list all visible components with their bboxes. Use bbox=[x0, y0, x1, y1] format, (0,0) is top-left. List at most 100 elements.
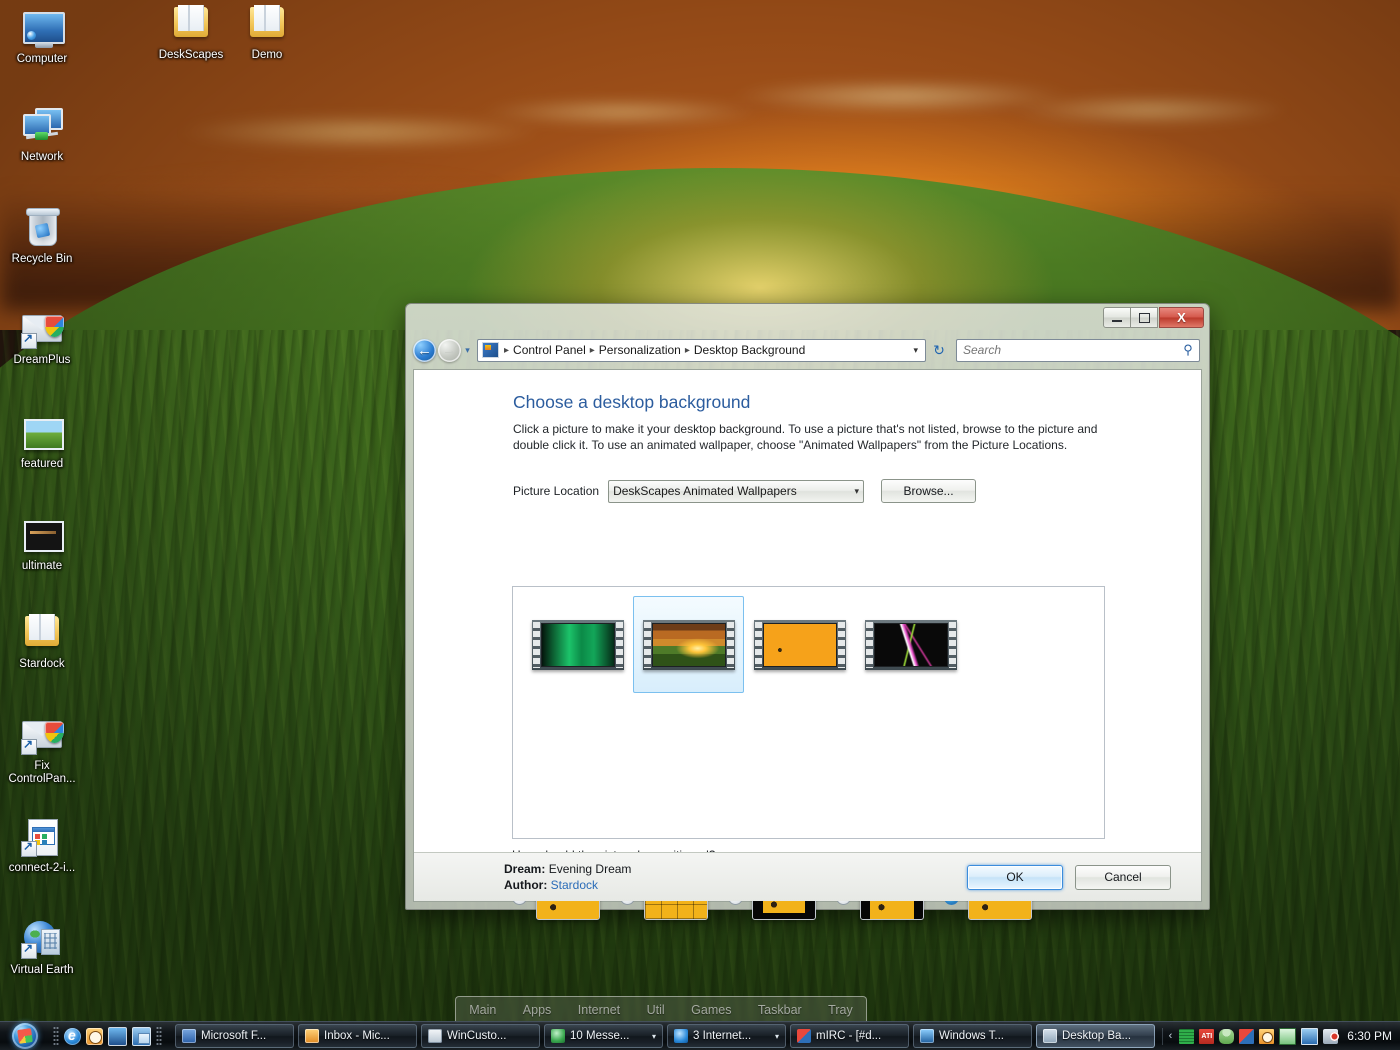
desktop-icon-fix-controlpanel[interactable]: Fix ControlPan... bbox=[4, 713, 80, 785]
task-button-desktop-background[interactable]: Desktop Ba... bbox=[1036, 1024, 1155, 1048]
wallpaper-list-panel[interactable] bbox=[512, 586, 1105, 839]
taskbar-clock[interactable]: 6:30 PM bbox=[1347, 1029, 1392, 1043]
task-button-mirc[interactable]: mIRC - [#d... bbox=[790, 1024, 909, 1048]
ok-button[interactable]: OK bbox=[967, 865, 1063, 890]
start-button[interactable] bbox=[2, 1023, 48, 1049]
desktop-icon-network[interactable]: Network bbox=[4, 104, 80, 164]
dock-tab-util[interactable]: Util bbox=[643, 1003, 669, 1017]
dream-value: Evening Dream bbox=[549, 862, 632, 876]
internet-explorer-icon[interactable] bbox=[64, 1028, 81, 1045]
close-button[interactable]: X bbox=[1159, 307, 1204, 328]
wallpaper-thumbnail-evening-dream[interactable] bbox=[633, 596, 744, 693]
refresh-icon[interactable]: ↻ bbox=[928, 340, 950, 361]
taskbar-grip[interactable] bbox=[53, 1026, 59, 1046]
dock-tab-games[interactable]: Games bbox=[687, 1003, 735, 1017]
desktop-icon-demo[interactable]: Demo bbox=[229, 2, 305, 62]
author-label: Author: bbox=[504, 878, 547, 892]
minimize-button[interactable] bbox=[1103, 307, 1131, 328]
clock-gadget-icon[interactable] bbox=[1259, 1029, 1274, 1044]
chevron-down-icon[interactable]: ▾ bbox=[775, 1032, 779, 1041]
dock-tab-tray[interactable]: Tray bbox=[824, 1003, 857, 1017]
show-hidden-icons-icon[interactable]: ‹ bbox=[1169, 1030, 1173, 1042]
desktop[interactable]: Computer DeskScapes Demo Network Recycle… bbox=[0, 0, 1400, 1050]
browse-button[interactable]: Browse... bbox=[881, 479, 976, 503]
folder-icon bbox=[169, 2, 213, 46]
performance-monitor-icon[interactable] bbox=[1179, 1029, 1194, 1044]
volume-muted-icon[interactable] bbox=[1323, 1029, 1338, 1044]
task-button-label: Inbox - Mic... bbox=[324, 1030, 390, 1042]
desktop-icon-label: DreamPlus bbox=[4, 354, 80, 367]
desktop-icon-ultimate[interactable]: ultimate bbox=[4, 513, 80, 573]
forward-button[interactable]: → bbox=[438, 339, 461, 362]
picture-location-value: DeskScapes Animated Wallpapers bbox=[613, 484, 797, 498]
folder-icon bbox=[20, 611, 64, 655]
breadcrumb-desktop-background[interactable]: Desktop Background bbox=[692, 343, 807, 357]
desktop-icon-label: Demo bbox=[229, 49, 305, 62]
author-link[interactable]: Stardock bbox=[551, 878, 598, 892]
cancel-button[interactable]: Cancel bbox=[1075, 865, 1171, 890]
mirc-icon bbox=[797, 1029, 811, 1043]
network-icon[interactable] bbox=[1301, 1028, 1318, 1045]
desktop-icon-featured[interactable]: featured bbox=[4, 411, 80, 471]
desktop-icon-computer[interactable]: Computer bbox=[4, 6, 80, 66]
picture-location-row: Picture Location DeskScapes Animated Wal… bbox=[513, 479, 1201, 503]
address-bar[interactable]: ▸ Control Panel ▸ Personalization ▸ Desk… bbox=[477, 339, 926, 362]
taskbar[interactable]: Microsoft F... Inbox - Mic... WinCusto..… bbox=[0, 1021, 1400, 1050]
window-controls: X bbox=[1103, 307, 1204, 328]
wallpaper-thumbnail-abstract[interactable] bbox=[855, 596, 966, 693]
back-button[interactable]: ← bbox=[413, 339, 436, 362]
mirc-icon[interactable] bbox=[1239, 1029, 1254, 1044]
picture-location-label: Picture Location bbox=[513, 484, 599, 498]
desktop-icon-connect-2-i[interactable]: connect-2-i... bbox=[4, 815, 80, 875]
document-shortcut-icon bbox=[20, 815, 64, 859]
desktop-icon-recycle-bin[interactable]: Recycle Bin bbox=[4, 206, 80, 266]
breadcrumb-separator: ▸ bbox=[588, 345, 597, 356]
desktop-icon-virtual-earth[interactable]: Virtual Earth bbox=[4, 917, 80, 977]
ati-catalyst-icon[interactable]: ATI bbox=[1199, 1029, 1214, 1044]
task-button-label: 10 Messe... bbox=[570, 1030, 629, 1042]
dock-tab-apps[interactable]: Apps bbox=[519, 1003, 556, 1017]
task-button-messenger[interactable]: 10 Messe... ▾ bbox=[544, 1024, 663, 1048]
chevron-down-icon[interactable]: ▾ bbox=[908, 345, 923, 356]
maximize-button[interactable] bbox=[1131, 307, 1158, 328]
task-button-label: mIRC - [#d... bbox=[816, 1030, 881, 1042]
show-desktop-icon[interactable] bbox=[108, 1027, 127, 1046]
recycle-bin-icon bbox=[20, 206, 64, 250]
desktop-icon-deskscapes[interactable]: DeskScapes bbox=[153, 2, 229, 62]
search-icon: ⚲ bbox=[1181, 343, 1195, 357]
network-icon bbox=[20, 104, 64, 148]
chevron-down-icon[interactable]: ▾ bbox=[652, 1032, 656, 1041]
dock-tab-main[interactable]: Main bbox=[465, 1003, 500, 1017]
task-button-wincustomize[interactable]: WinCusto... bbox=[421, 1024, 540, 1048]
wallpaper-thumbnail-aurora[interactable] bbox=[522, 596, 633, 693]
breadcrumb-separator: ▸ bbox=[502, 345, 511, 356]
wallpaper-thumbnail-flowers[interactable] bbox=[744, 596, 855, 693]
desktop-icon-label: Fix ControlPan... bbox=[4, 760, 80, 785]
breadcrumb-personalization[interactable]: Personalization bbox=[597, 343, 683, 357]
search-box[interactable]: ⚲ bbox=[956, 339, 1200, 362]
desktop-icon-stardock[interactable]: Stardock bbox=[4, 611, 80, 671]
task-button-label: 3 Internet... bbox=[693, 1030, 751, 1042]
task-button-inbox[interactable]: Inbox - Mic... bbox=[298, 1024, 417, 1048]
chevron-down-icon: ▾ bbox=[855, 486, 860, 497]
history-dropdown-icon[interactable]: ▾ bbox=[461, 345, 474, 356]
object-dock-bar[interactable]: Main Apps Internet Util Games Taskbar Tr… bbox=[455, 996, 867, 1023]
dock-tab-internet[interactable]: Internet bbox=[574, 1003, 624, 1017]
globe-shortcut-icon bbox=[20, 917, 64, 961]
desktop-icon-dreamplus[interactable]: DreamPlus bbox=[4, 307, 80, 367]
desktop-icon-label: featured bbox=[4, 458, 80, 471]
window-titlebar[interactable]: X bbox=[405, 303, 1210, 330]
search-input[interactable] bbox=[961, 342, 1181, 358]
task-button-microsoft-f[interactable]: Microsoft F... bbox=[175, 1024, 294, 1048]
user-presence-icon[interactable] bbox=[1219, 1029, 1234, 1044]
picture-location-select[interactable]: DeskScapes Animated Wallpapers ▾ bbox=[608, 480, 864, 503]
task-button-internet-explorer[interactable]: 3 Internet... ▾ bbox=[667, 1024, 786, 1048]
clock-gadget-icon[interactable] bbox=[86, 1028, 103, 1045]
task-button-windows-t[interactable]: Windows T... bbox=[913, 1024, 1032, 1048]
switch-windows-icon[interactable] bbox=[132, 1027, 151, 1046]
taskbar-grip[interactable] bbox=[156, 1026, 162, 1046]
desktop-background-window[interactable]: X ← → ▾ ▸ Control Panel ▸ Personalizatio… bbox=[405, 303, 1210, 910]
battery-icon[interactable] bbox=[1279, 1028, 1296, 1045]
breadcrumb-control-panel[interactable]: Control Panel bbox=[511, 343, 588, 357]
dock-tab-taskbar[interactable]: Taskbar bbox=[754, 1003, 806, 1017]
